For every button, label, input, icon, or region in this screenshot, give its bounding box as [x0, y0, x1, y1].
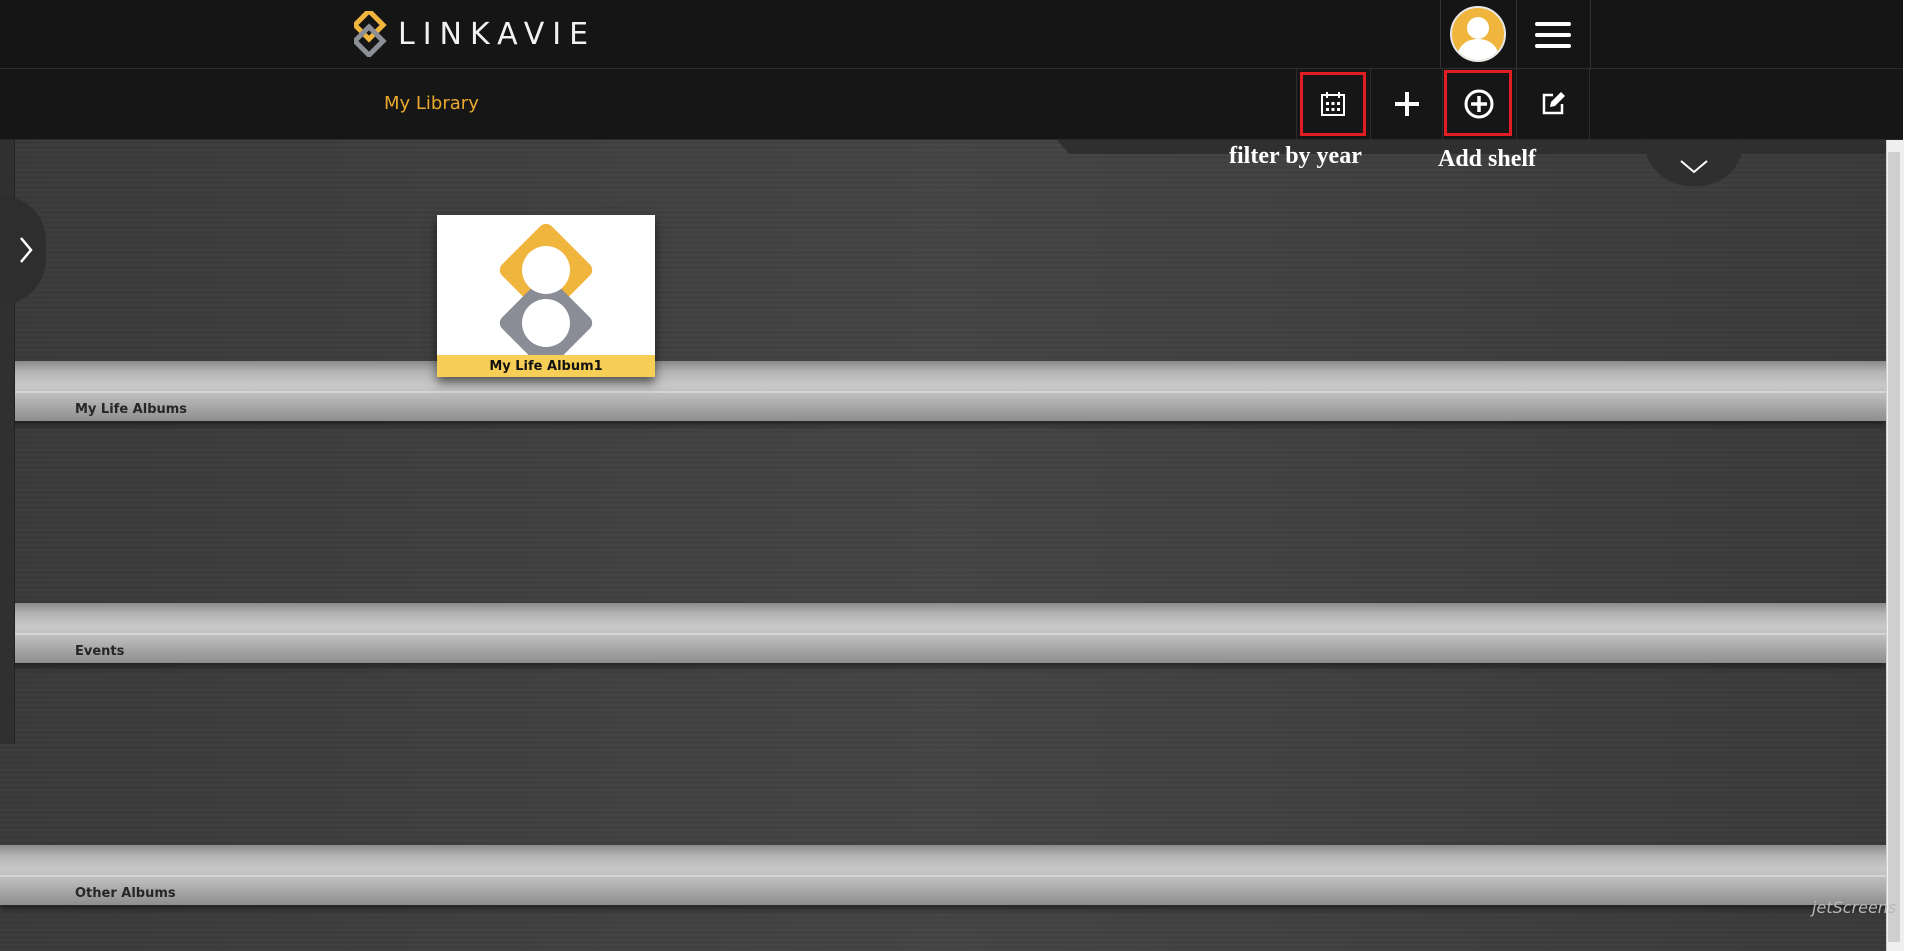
shelf-label-my-life-albums: My Life Albums [75, 402, 188, 417]
library-toolbar: My Library [0, 69, 1903, 140]
album-title: My Life Album1 [437, 355, 655, 377]
header-divider [1440, 0, 1441, 68]
plus-icon [1395, 92, 1419, 116]
user-avatar-icon[interactable] [1450, 6, 1506, 62]
shelf-plank [0, 845, 1886, 905]
shelf-label-events: Events [75, 644, 125, 659]
collapse-toggle[interactable] [1644, 140, 1744, 186]
shelf-plank [0, 361, 1886, 421]
linkavie-logo-icon [499, 223, 593, 370]
chevron-down-icon [1680, 160, 1708, 174]
add-button[interactable] [1370, 69, 1443, 139]
chevron-right-icon [20, 237, 33, 263]
header-divider [1516, 0, 1517, 68]
linkavie-logo[interactable]: LINKAVIE [354, 10, 596, 58]
watermark: jetScreens [1812, 898, 1897, 917]
hamburger-menu-icon[interactable] [1518, 14, 1588, 54]
filter-by-year-highlight [1300, 72, 1366, 136]
album-card[interactable]: My Life Album1 [437, 215, 655, 377]
top-header: LINKAVIE [0, 0, 1903, 69]
side-panel-toggle[interactable] [0, 195, 46, 305]
brand-name: LINKAVIE [398, 16, 597, 52]
breadcrumb-my-library[interactable]: My Library [384, 93, 479, 114]
add-shelf-annotation: Add shelf [1438, 146, 1537, 172]
filter-by-year-annotation: filter by year [1229, 143, 1362, 169]
scrollbar-thumb[interactable] [1888, 152, 1900, 942]
edit-icon [1542, 92, 1565, 115]
shelf-plank [0, 603, 1886, 663]
edit-button[interactable] [1516, 69, 1590, 139]
logo-mark-icon [354, 11, 387, 57]
shelf-label-other-albums: Other Albums [75, 886, 176, 901]
header-divider [1590, 0, 1591, 68]
add-shelf-highlight [1444, 70, 1512, 136]
library-shelves [0, 140, 1886, 951]
